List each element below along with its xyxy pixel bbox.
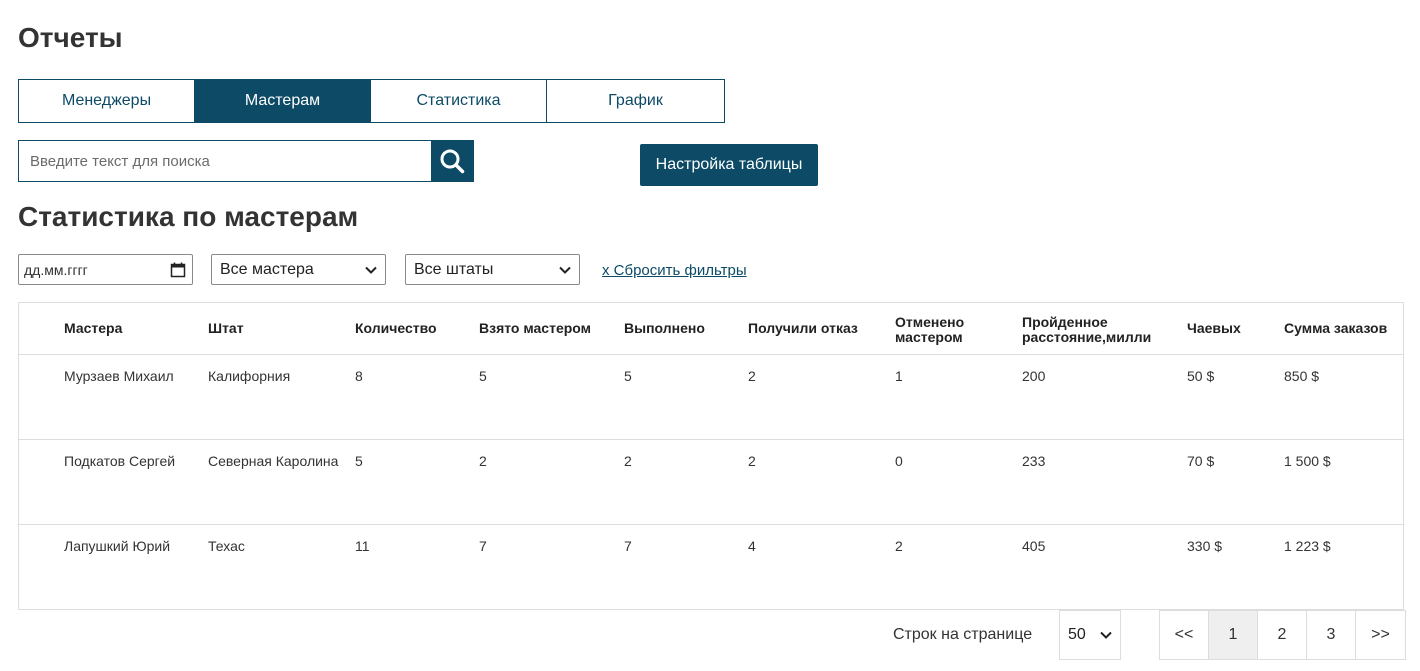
- col-header-cancelled[interactable]: Отменено мастером: [895, 315, 964, 345]
- table-row[interactable]: Мурзаев Михаил Калифорния 8 5 5 2 1 200 …: [19, 355, 1403, 440]
- cell-count: 11: [355, 538, 370, 554]
- cell-master: Подкатов Сергей: [64, 453, 176, 469]
- cell-tips: 330 $: [1187, 538, 1223, 554]
- cell-distance: 200: [1022, 368, 1046, 384]
- cell-count: 8: [355, 368, 363, 384]
- cell-refused: 4: [748, 538, 756, 554]
- cell-cancelled: 1: [895, 368, 903, 384]
- chevron-down-icon: [365, 266, 377, 274]
- tab-masters[interactable]: Мастерам: [195, 80, 371, 122]
- masters-stats-table: Мастера Штат Количество Взято мастером В…: [18, 302, 1404, 610]
- cell-tips: 70 $: [1187, 453, 1215, 469]
- col-header-distance-line1: Пройденное: [1022, 314, 1108, 330]
- cell-refused: 2: [748, 368, 756, 384]
- rows-per-page-select[interactable]: 50: [1059, 610, 1121, 660]
- masters-select[interactable]: Все мастера: [211, 254, 386, 285]
- search-input[interactable]: [19, 141, 431, 181]
- tab-schedule[interactable]: График: [547, 80, 724, 122]
- chevron-down-icon: [1100, 631, 1112, 639]
- cell-completed: 7: [624, 538, 632, 554]
- cell-state: Северная Каролина: [208, 453, 339, 469]
- tab-managers[interactable]: Менеджеры: [19, 80, 195, 122]
- cell-taken: 7: [479, 538, 487, 554]
- report-tabs: Менеджеры Мастерам Статистика График: [18, 79, 725, 123]
- cell-total: 850 $: [1284, 368, 1320, 384]
- page-1-button[interactable]: 1: [1209, 611, 1258, 659]
- col-header-tips[interactable]: Чаевых: [1187, 321, 1241, 336]
- col-header-state[interactable]: Штат: [208, 321, 244, 336]
- tab-statistics[interactable]: Статистика: [371, 80, 547, 122]
- cell-cancelled: 0: [895, 453, 903, 469]
- cell-distance: 405: [1022, 538, 1046, 554]
- col-header-distance-line2: расстояние,милли: [1022, 329, 1152, 345]
- cell-total: 1 500 $: [1284, 453, 1331, 469]
- calendar-icon[interactable]: [170, 262, 186, 278]
- table-row[interactable]: Лапушкий Юрий Техас 11 7 7 4 2 405 330 $…: [19, 525, 1403, 610]
- reset-filters-link[interactable]: x Сбросить фильтры: [602, 262, 747, 279]
- col-header-cancelled-line1: Отменено: [895, 314, 965, 330]
- cell-cancelled: 2: [895, 538, 903, 554]
- page-3-button[interactable]: 3: [1307, 611, 1356, 659]
- page-title: Отчеты: [18, 22, 123, 53]
- chevron-down-icon: [559, 266, 571, 274]
- col-header-total[interactable]: Сумма заказов: [1284, 321, 1387, 336]
- search-icon: [440, 149, 465, 174]
- search-button[interactable]: [431, 141, 473, 181]
- cell-total: 1 223 $: [1284, 538, 1331, 554]
- col-header-cancelled-line2: мастером: [895, 329, 963, 345]
- table-row[interactable]: Подкатов Сергей Северная Каролина 5 2 2 …: [19, 440, 1403, 525]
- table-settings-button[interactable]: Настройка таблицы: [640, 144, 818, 186]
- cell-taken: 2: [479, 453, 487, 469]
- cell-master: Лапушкий Юрий: [64, 538, 171, 554]
- date-placeholder: дд.мм.гггг: [24, 261, 88, 278]
- cell-completed: 2: [624, 453, 632, 469]
- page-last-button[interactable]: >>: [1356, 611, 1405, 659]
- cell-count: 5: [355, 453, 363, 469]
- section-title: Статистика по мастерам: [18, 201, 359, 232]
- pagination: << 1 2 3 >>: [1159, 610, 1406, 660]
- col-header-refused[interactable]: Получили отказ: [748, 321, 858, 336]
- col-header-taken[interactable]: Взято мастером: [479, 321, 591, 336]
- rows-per-page-value: 50: [1068, 626, 1086, 643]
- states-select[interactable]: Все штаты: [405, 254, 580, 285]
- table-header: Мастера Штат Количество Взято мастером В…: [19, 303, 1403, 355]
- cell-completed: 5: [624, 368, 632, 384]
- search-bar: [18, 140, 474, 182]
- states-select-value: Все штаты: [414, 260, 494, 278]
- cell-state: Техас: [208, 538, 245, 554]
- cell-taken: 5: [479, 368, 487, 384]
- cell-master: Мурзаев Михаил: [64, 368, 174, 384]
- page-2-button[interactable]: 2: [1258, 611, 1307, 659]
- col-header-masters[interactable]: Мастера: [64, 321, 122, 336]
- cell-refused: 2: [748, 453, 756, 469]
- date-field[interactable]: дд.мм.гггг: [18, 254, 193, 285]
- col-header-count[interactable]: Количество: [355, 321, 437, 336]
- masters-select-value: Все мастера: [220, 260, 314, 278]
- rows-per-page-label: Строк на странице: [893, 626, 1033, 643]
- col-header-distance[interactable]: Пройденное расстояние,милли: [1022, 315, 1151, 345]
- col-header-completed[interactable]: Выполнено: [624, 321, 705, 336]
- cell-distance: 233: [1022, 453, 1046, 469]
- cell-state: Калифорния: [208, 368, 291, 384]
- cell-tips: 50 $: [1187, 368, 1215, 384]
- page-first-button[interactable]: <<: [1160, 611, 1209, 659]
